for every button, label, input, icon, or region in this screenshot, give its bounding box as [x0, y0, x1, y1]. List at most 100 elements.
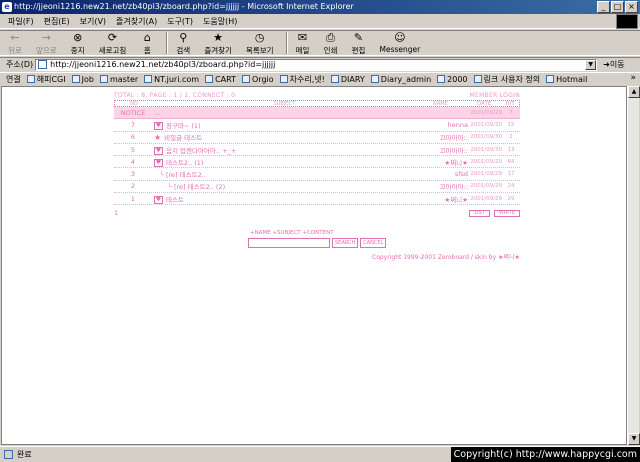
link-item[interactable]: 해피CGI	[26, 74, 66, 85]
post-number: 6	[130, 133, 136, 142]
window-title-bar[interactable]: e http://jjeoni1216.new21.net/zb40pl3/zb…	[0, 0, 640, 14]
post-hits: 2	[509, 134, 513, 141]
board-search-input[interactable]	[248, 238, 330, 248]
notice-row[interactable]: NOTICE... 2001/09/29 7	[114, 107, 520, 120]
link-item[interactable]: Diary_admin	[370, 75, 431, 84]
search-submit-button[interactable]: SEARCH	[332, 238, 359, 248]
post-author[interactable]: henna	[414, 121, 468, 129]
link-item[interactable]: master	[99, 75, 138, 84]
edit-button[interactable]: ✎ 편집	[352, 31, 366, 56]
post-subject[interactable]: ★ 비밀글 테스트	[152, 132, 414, 142]
favorites-button[interactable]: ★ 즐겨찾기	[204, 31, 232, 56]
link-item[interactable]: Job	[71, 75, 94, 84]
link-item[interactable]: Hotmail	[546, 75, 587, 84]
menu-favorites[interactable]: 즐겨찾기(A)	[116, 16, 157, 27]
forward-button[interactable]: → 앞으로	[36, 31, 57, 56]
post-subject[interactable]: └ [re] 테스트2..	[152, 169, 414, 179]
close-button[interactable]: ×	[625, 1, 638, 13]
post-date: 2001/09/30	[470, 146, 502, 153]
minimize-button[interactable]: _	[597, 1, 610, 13]
post-subject-text: 테스트2.. (1)	[166, 158, 204, 167]
home-button[interactable]: ⌂ 홈	[140, 31, 154, 56]
post-subject[interactable]: ...	[152, 109, 414, 117]
link-item[interactable]: Orgio	[242, 75, 274, 84]
go-button[interactable]: ➜이동	[603, 59, 624, 70]
favorites-icon: ★	[213, 31, 224, 44]
back-button[interactable]: ← 뒤로	[8, 31, 22, 56]
heart-icon: ♥	[154, 195, 163, 204]
board-footer: 1 LIST WRITE	[114, 208, 520, 218]
history-icon: ◷	[254, 31, 265, 44]
toolbar-separator	[166, 32, 169, 54]
list-button[interactable]: LIST	[469, 209, 490, 217]
print-button[interactable]: ⎙ 인쇄	[324, 31, 338, 56]
messenger-button[interactable]: ☺ Messenger	[380, 31, 421, 55]
post-subject[interactable]: └ [re] 테스트2.. (2)	[152, 181, 414, 191]
refresh-button[interactable]: ⟳ 새로고침	[99, 31, 127, 56]
refresh-icon: ⟳	[107, 31, 118, 44]
post-number: 3	[130, 170, 136, 179]
post-author[interactable]: ★쩌니★	[414, 194, 468, 204]
column-header: NO SUBJECT NAME DATE HIT	[114, 100, 520, 107]
menu-file[interactable]: 파일(F)	[8, 16, 34, 27]
link-item[interactable]: DIARY	[330, 75, 365, 84]
address-url: http://jjeoni1216.new21.net/zb40pl3/zboa…	[50, 60, 276, 69]
menu-tools[interactable]: 도구(T)	[167, 16, 193, 27]
table-row[interactable]: 7 ♥ 정구마~ (1) henna 2001/09/30 15	[114, 119, 520, 132]
post-subject[interactable]: ♥ 음지 업캔다아아아.. +_+	[152, 145, 414, 155]
table-row[interactable]: 5 ♥ 음지 업캔다아아아.. +_+ 끄아아아:: 2001/09/30 13	[114, 144, 520, 157]
link-item[interactable]: CART	[205, 75, 236, 84]
post-subject[interactable]: ♥ 정구마~ (1)	[152, 120, 414, 130]
post-subject[interactable]: ♥ 테스트2.. (1)	[152, 157, 414, 167]
link-item[interactable]: 2000	[437, 75, 468, 84]
search-button[interactable]: ⚲ 검색	[176, 31, 190, 56]
page-icon	[38, 60, 48, 69]
post-hits: 17	[507, 171, 515, 178]
stop-button[interactable]: ⊗ 중지	[71, 31, 85, 56]
write-button[interactable]: WRITE	[493, 209, 520, 217]
link-item[interactable]: 링크 사용자 정의	[473, 74, 540, 85]
scroll-up-icon[interactable]: ▲	[628, 86, 640, 98]
maximize-button[interactable]: □	[611, 1, 624, 13]
post-author[interactable]: 끄아아아::	[414, 145, 468, 155]
post-author[interactable]: 끄아아아::	[414, 181, 468, 191]
links-label: 연결	[6, 74, 21, 84]
menu-view[interactable]: 보기(V)	[80, 16, 106, 27]
post-hits: 15	[507, 121, 515, 128]
search-options[interactable]: +NAME +SUBJECT +CONTENT	[250, 230, 334, 236]
address-label: 주소(D)	[6, 60, 34, 69]
post-number: 5	[130, 145, 136, 154]
link-item[interactable]: NT.juri.com	[144, 75, 199, 84]
board-copyright: Copyright 1999-2001 Zeroboard / skin by …	[372, 254, 520, 261]
member-login-link[interactable]: MEMBER LOGIN	[470, 92, 521, 99]
table-row[interactable]: 3 └ [re] 테스트2.. sfsd 2001/09/29 17	[114, 168, 520, 181]
link-page-icon	[71, 75, 80, 83]
scroll-down-icon[interactable]: ▼	[628, 433, 640, 445]
search-cancel-button[interactable]: CANCEL	[360, 238, 387, 248]
menu-help[interactable]: 도움말(H)	[203, 16, 237, 27]
links-chevron-icon[interactable]: »	[630, 73, 636, 83]
post-subject[interactable]: ♥ 테스트	[152, 194, 414, 204]
post-author[interactable]: ★쩌니★	[414, 157, 468, 167]
post-author[interactable]: sfsd	[414, 170, 468, 178]
post-list: NOTICE... 2001/09/29 7 7 ♥ 정구마~ (1) henna 2001/…	[114, 107, 520, 206]
link-page-icon	[473, 75, 482, 83]
mail-button[interactable]: ✉ 메일	[296, 31, 310, 56]
vertical-scrollbar[interactable]: ▲ ▼	[627, 86, 640, 445]
status-text: 완료	[17, 450, 32, 459]
mail-icon: ✉	[297, 31, 308, 44]
table-row[interactable]: 6 ★ 비밀글 테스트 끄아아아:: 2001/09/30 2	[114, 132, 520, 144]
table-row[interactable]: 2 └ [re] 테스트2.. (2) 끄아아아:: 2001/09/29 24	[114, 181, 520, 194]
table-row[interactable]: 4 ♥ 테스트2.. (1) ★쩌니★ 2001/09/29 64	[114, 156, 520, 169]
heart-icon: ♥	[154, 146, 163, 155]
menu-edit[interactable]: 편집(E)	[44, 16, 70, 27]
link-item[interactable]: 차수리,넷!	[279, 74, 325, 85]
table-row[interactable]: 1 ♥ 테스트 ★쩌니★ 2001/09/29 29	[114, 193, 520, 206]
address-input[interactable]: http://jjeoni1216.new21.net/zb40pl3/zboa…	[35, 58, 598, 71]
address-dropdown[interactable]: ▼	[585, 59, 597, 70]
page-number[interactable]: 1	[114, 209, 118, 217]
history-button[interactable]: ◷ 목록보기	[246, 31, 274, 56]
post-author[interactable]: 끄아아아::	[414, 132, 468, 142]
post-number: NOTICE	[120, 108, 146, 117]
post-date: 2001/09/30	[470, 121, 502, 128]
